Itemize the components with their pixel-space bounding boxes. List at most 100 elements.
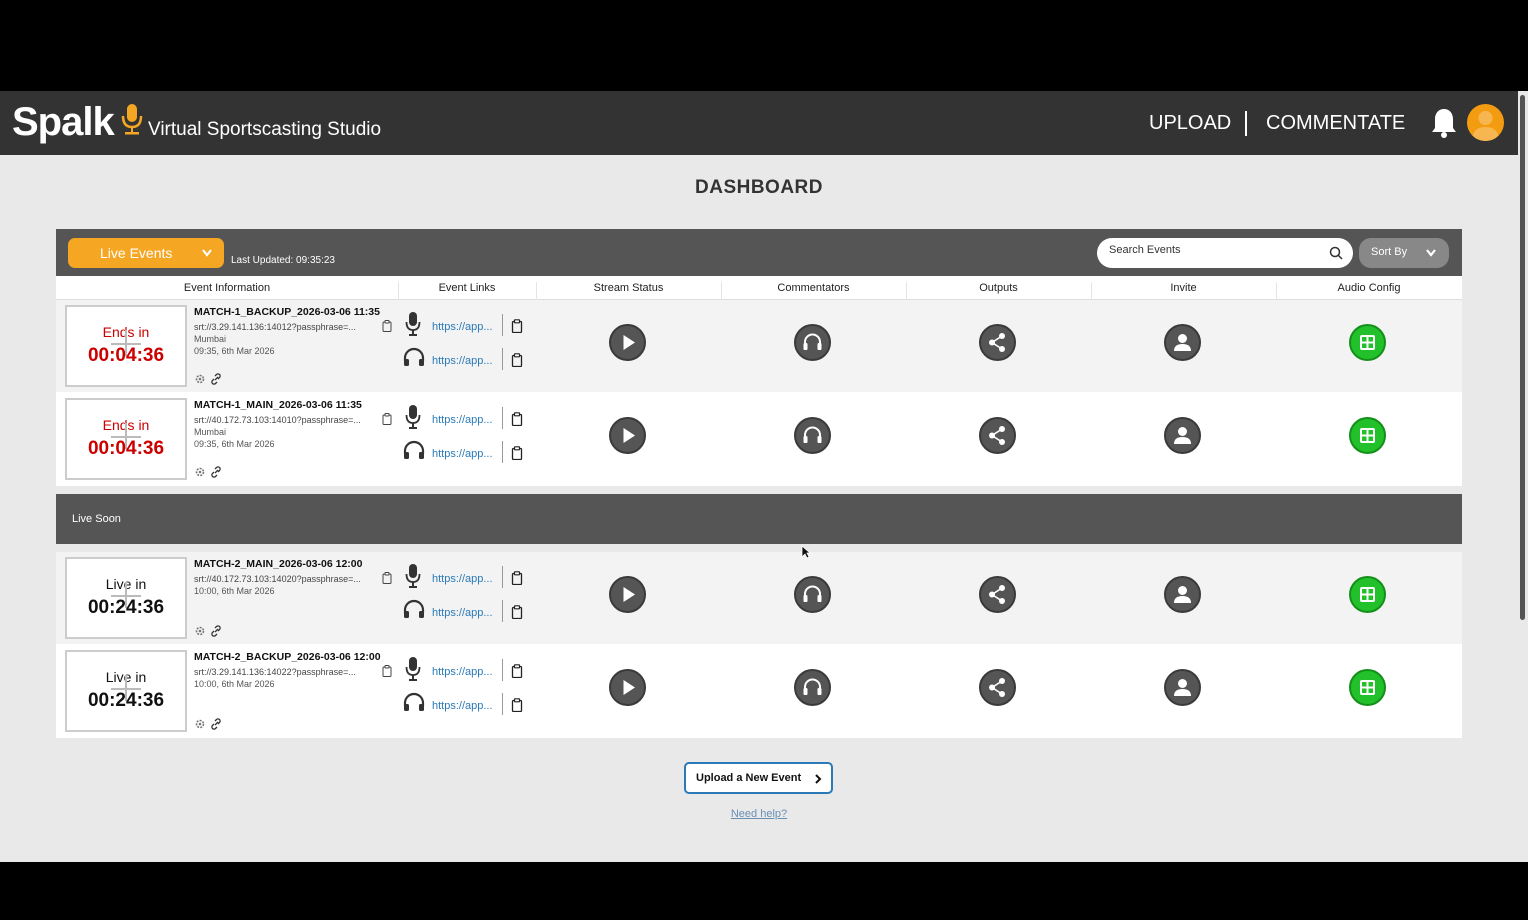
listener-link[interactable]: https://app... bbox=[432, 355, 493, 367]
clipboard-icon[interactable] bbox=[511, 446, 523, 460]
app-window: Spalk Virtual Sportscasting Studio UPLOA… bbox=[0, 91, 1518, 862]
clipboard-icon[interactable] bbox=[511, 698, 523, 712]
commentator-link[interactable]: https://app... bbox=[432, 666, 493, 678]
audio-config-button[interactable] bbox=[1349, 324, 1386, 361]
grid-icon bbox=[1360, 335, 1375, 350]
avatar[interactable] bbox=[1467, 104, 1504, 141]
headphones-icon bbox=[403, 440, 425, 459]
clipboard-icon[interactable] bbox=[382, 572, 392, 584]
scrollbar-thumb[interactable] bbox=[1520, 95, 1525, 620]
link-icon[interactable] bbox=[210, 466, 222, 478]
clipboard-icon[interactable] bbox=[511, 664, 523, 678]
upload-new-event-button[interactable]: Upload a New Event bbox=[684, 762, 833, 794]
commentator-link[interactable]: https://app... bbox=[432, 321, 493, 333]
event-name: MATCH-2_MAIN_2026-03-06 12:00 bbox=[194, 558, 363, 570]
grid-icon bbox=[1360, 587, 1375, 602]
settings-icon[interactable] bbox=[194, 625, 206, 637]
search-input[interactable] bbox=[1109, 244, 1319, 256]
play-icon bbox=[623, 587, 635, 602]
outputs-button[interactable] bbox=[979, 324, 1016, 361]
stream-status-button[interactable] bbox=[609, 576, 646, 613]
audio-config-button[interactable] bbox=[1349, 576, 1386, 613]
listener-link[interactable]: https://app... bbox=[432, 607, 493, 619]
clipboard-icon[interactable] bbox=[511, 571, 523, 585]
clipboard-icon[interactable] bbox=[511, 412, 523, 426]
invite-button[interactable] bbox=[1164, 576, 1201, 613]
countdown-timer: Live in 00:24:36 bbox=[65, 650, 187, 732]
timer-value: 00:24:36 bbox=[87, 597, 165, 618]
timer-value: 00:24:36 bbox=[87, 690, 165, 711]
sort-by-dropdown[interactable]: Sort By bbox=[1359, 238, 1449, 268]
settings-icon[interactable] bbox=[194, 466, 206, 478]
stream-status-button[interactable] bbox=[609, 324, 646, 361]
live-soon-label: Live Soon bbox=[72, 513, 121, 525]
link-icon[interactable] bbox=[210, 718, 222, 730]
logo[interactable]: Spalk bbox=[12, 100, 115, 145]
audio-config-button[interactable] bbox=[1349, 417, 1386, 454]
table-row: Ends in 00:04:36 MATCH-1_MAIN_2026-03-06… bbox=[56, 393, 1462, 486]
commentators-button[interactable] bbox=[794, 669, 831, 706]
headphones-icon bbox=[803, 426, 822, 443]
bell-icon[interactable] bbox=[1430, 107, 1458, 139]
clipboard-icon[interactable] bbox=[382, 665, 392, 677]
invite-button[interactable] bbox=[1164, 417, 1201, 454]
event-srt-url: srt://3.29.141.136:14012?passphrase=... bbox=[194, 322, 356, 332]
event-date: 09:35, 6th Mar 2026 bbox=[194, 439, 275, 449]
link-divider bbox=[502, 314, 503, 336]
link-icon[interactable] bbox=[210, 373, 222, 385]
countdown-timer: Ends in 00:04:36 bbox=[65, 305, 187, 387]
invite-button[interactable] bbox=[1164, 669, 1201, 706]
search-box[interactable] bbox=[1097, 238, 1353, 268]
headphones-icon bbox=[403, 347, 425, 366]
nav-commentate[interactable]: COMMENTATE bbox=[1266, 112, 1405, 135]
tagline: Virtual Sportscasting Studio bbox=[148, 119, 382, 140]
clipboard-icon[interactable] bbox=[382, 320, 392, 332]
share-icon bbox=[989, 678, 1005, 697]
outputs-button[interactable] bbox=[979, 417, 1016, 454]
event-date: 10:00, 6th Mar 2026 bbox=[194, 679, 275, 689]
settings-icon[interactable] bbox=[194, 718, 206, 730]
event-name: MATCH-1_MAIN_2026-03-06 11:35 bbox=[194, 399, 362, 411]
nav-upload[interactable]: UPLOAD bbox=[1149, 112, 1231, 135]
events-panel: Live Events Last Updated: 09:35:23 Sort … bbox=[56, 229, 1462, 738]
listener-link[interactable]: https://app... bbox=[432, 700, 493, 712]
clipboard-icon[interactable] bbox=[511, 353, 523, 367]
commentators-button[interactable] bbox=[794, 576, 831, 613]
outputs-button[interactable] bbox=[979, 669, 1016, 706]
search-icon[interactable] bbox=[1329, 246, 1343, 260]
event-name: MATCH-2_BACKUP_2026-03-06 12:00 bbox=[194, 651, 381, 663]
stream-status-button[interactable] bbox=[609, 669, 646, 706]
upload-new-event-label: Upload a New Event bbox=[696, 772, 802, 784]
live-events-dropdown[interactable]: Live Events bbox=[68, 238, 224, 268]
need-help-link[interactable]: Need help? bbox=[0, 808, 1518, 820]
col-stream-status: Stream Status bbox=[593, 282, 664, 294]
invite-button[interactable] bbox=[1164, 324, 1201, 361]
commentators-button[interactable] bbox=[794, 417, 831, 454]
page-title: DASHBOARD bbox=[695, 177, 823, 198]
link-icon[interactable] bbox=[210, 625, 222, 637]
scrollbar[interactable] bbox=[1518, 91, 1528, 862]
commentator-link[interactable]: https://app... bbox=[432, 573, 493, 585]
listener-link[interactable]: https://app... bbox=[432, 448, 493, 460]
clipboard-icon[interactable] bbox=[511, 605, 523, 619]
stream-status-button[interactable] bbox=[609, 417, 646, 454]
play-icon bbox=[623, 680, 635, 695]
outputs-button[interactable] bbox=[979, 576, 1016, 613]
event-location: Mumbai bbox=[194, 427, 227, 437]
table-header: Event Information Event Links Stream Sta… bbox=[56, 276, 1462, 306]
link-divider bbox=[502, 659, 503, 681]
link-divider bbox=[502, 600, 503, 622]
link-divider bbox=[502, 566, 503, 588]
commentators-button[interactable] bbox=[794, 324, 831, 361]
link-divider bbox=[502, 693, 503, 715]
play-icon bbox=[623, 428, 635, 443]
settings-icon[interactable] bbox=[194, 373, 206, 385]
commentator-link[interactable]: https://app... bbox=[432, 414, 493, 426]
audio-config-button[interactable] bbox=[1349, 669, 1386, 706]
chevron-down-icon bbox=[202, 249, 212, 257]
mic-icon bbox=[405, 564, 421, 588]
clipboard-icon[interactable] bbox=[382, 413, 392, 425]
top-bar: Spalk Virtual Sportscasting Studio UPLOA… bbox=[0, 91, 1518, 155]
clipboard-icon[interactable] bbox=[511, 319, 523, 333]
user-icon bbox=[1472, 111, 1499, 141]
